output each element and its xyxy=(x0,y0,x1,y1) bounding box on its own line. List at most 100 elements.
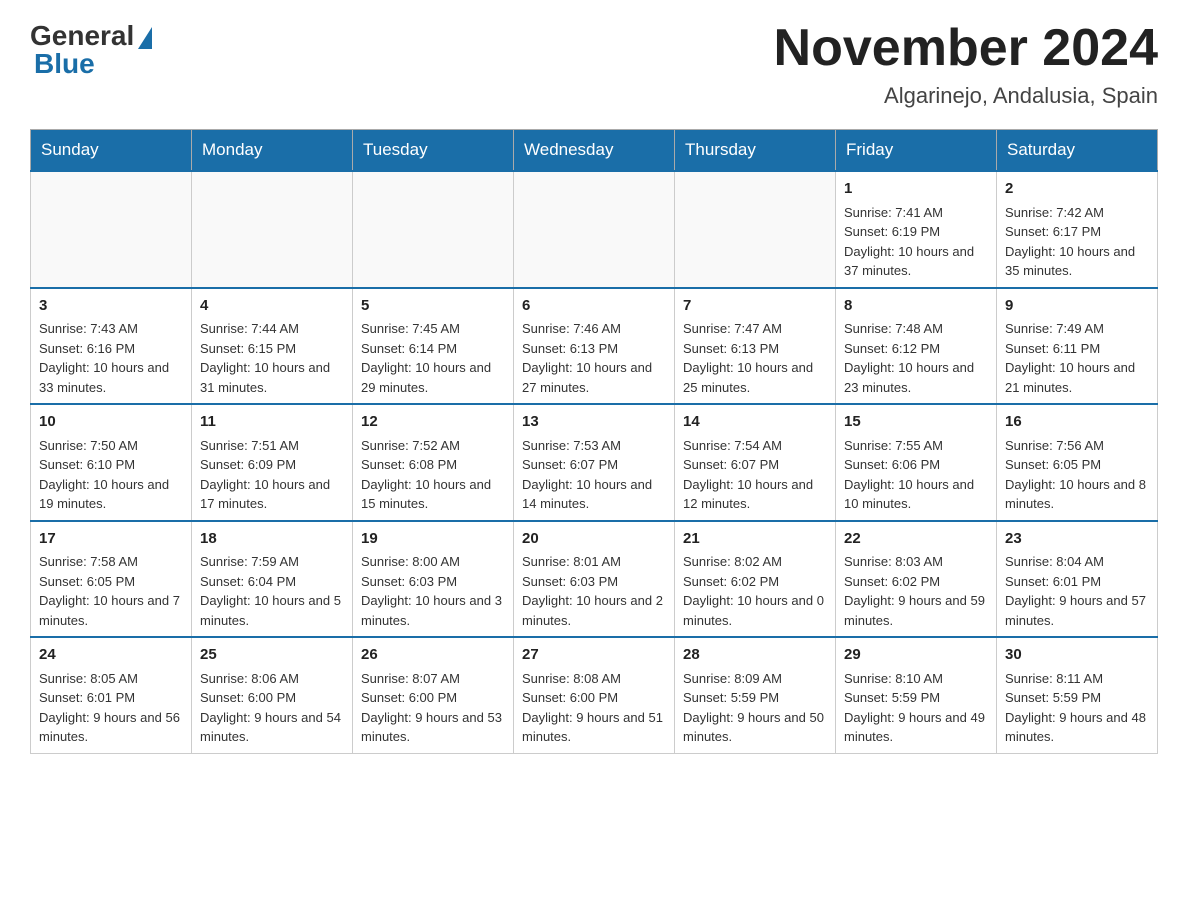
day-number: 12 xyxy=(361,411,505,434)
day-info: Sunset: 6:10 PM xyxy=(39,455,183,475)
day-info: Daylight: 10 hours and 35 minutes. xyxy=(1005,242,1149,281)
day-info: Sunrise: 7:55 AM xyxy=(844,436,988,456)
day-info: Sunset: 5:59 PM xyxy=(1005,688,1149,708)
calendar-cell xyxy=(192,171,353,288)
calendar-cell: 12Sunrise: 7:52 AMSunset: 6:08 PMDayligh… xyxy=(353,404,514,521)
day-info: Daylight: 10 hours and 12 minutes. xyxy=(683,475,827,514)
day-info: Sunset: 6:01 PM xyxy=(1005,572,1149,592)
calendar-table: SundayMondayTuesdayWednesdayThursdayFrid… xyxy=(30,129,1158,754)
day-number: 11 xyxy=(200,411,344,434)
day-number: 9 xyxy=(1005,295,1149,318)
day-info: Sunrise: 7:43 AM xyxy=(39,319,183,339)
day-info: Daylight: 10 hours and 8 minutes. xyxy=(1005,475,1149,514)
day-info: Sunset: 6:16 PM xyxy=(39,339,183,359)
day-number: 25 xyxy=(200,644,344,667)
calendar-cell: 8Sunrise: 7:48 AMSunset: 6:12 PMDaylight… xyxy=(836,288,997,405)
day-info: Sunrise: 7:49 AM xyxy=(1005,319,1149,339)
day-info: Sunset: 6:04 PM xyxy=(200,572,344,592)
calendar-cell: 22Sunrise: 8:03 AMSunset: 6:02 PMDayligh… xyxy=(836,521,997,638)
day-info: Sunrise: 8:05 AM xyxy=(39,669,183,689)
calendar-cell: 2Sunrise: 7:42 AMSunset: 6:17 PMDaylight… xyxy=(997,171,1158,288)
logo-blue-text: Blue xyxy=(30,48,95,80)
day-info: Daylight: 9 hours and 57 minutes. xyxy=(1005,591,1149,630)
calendar-cell: 1Sunrise: 7:41 AMSunset: 6:19 PMDaylight… xyxy=(836,171,997,288)
calendar-cell: 23Sunrise: 8:04 AMSunset: 6:01 PMDayligh… xyxy=(997,521,1158,638)
day-number: 5 xyxy=(361,295,505,318)
day-info: Daylight: 9 hours and 54 minutes. xyxy=(200,708,344,747)
day-number: 22 xyxy=(844,528,988,551)
calendar-cell: 9Sunrise: 7:49 AMSunset: 6:11 PMDaylight… xyxy=(997,288,1158,405)
day-info: Sunrise: 8:06 AM xyxy=(200,669,344,689)
calendar-week-row-2: 10Sunrise: 7:50 AMSunset: 6:10 PM Dayligh… xyxy=(31,404,1158,521)
day-number: 21 xyxy=(683,528,827,551)
day-info: Sunset: 6:12 PM xyxy=(844,339,988,359)
day-info: Daylight: 10 hours and 10 minutes. xyxy=(844,475,988,514)
day-info: Daylight: 9 hours and 49 minutes. xyxy=(844,708,988,747)
day-number: 24 xyxy=(39,644,183,667)
day-info: Sunset: 6:03 PM xyxy=(361,572,505,592)
day-info: Daylight: 9 hours and 50 minutes. xyxy=(683,708,827,747)
calendar-cell: 27Sunrise: 8:08 AMSunset: 6:00 PMDayligh… xyxy=(514,637,675,753)
day-info: Sunset: 5:59 PM xyxy=(683,688,827,708)
day-info: Sunset: 6:02 PM xyxy=(683,572,827,592)
day-info: Daylight: 9 hours and 53 minutes. xyxy=(361,708,505,747)
day-info: Daylight: 10 hours and 2 minutes. xyxy=(522,591,666,630)
day-number: 20 xyxy=(522,528,666,551)
calendar-week-row-4: 24Sunrise: 8:05 AMSunset: 6:01 PMDayligh… xyxy=(31,637,1158,753)
day-info: Sunrise: 7:46 AM xyxy=(522,319,666,339)
logo-triangle-icon xyxy=(138,27,152,49)
day-number: 23 xyxy=(1005,528,1149,551)
day-number: 10 xyxy=(39,411,183,434)
calendar-cell: 21Sunrise: 8:02 AMSunset: 6:02 PMDayligh… xyxy=(675,521,836,638)
day-number: 15 xyxy=(844,411,988,434)
logo: General Blue xyxy=(30,20,152,80)
day-number: 7 xyxy=(683,295,827,318)
day-info: Daylight: 9 hours and 56 minutes. xyxy=(39,708,183,747)
day-info: Daylight: 10 hours and 0 minutes. xyxy=(683,591,827,630)
calendar-cell: 14Sunrise: 7:54 AMSunset: 6:07 PMDayligh… xyxy=(675,404,836,521)
calendar-header-thursday: Thursday xyxy=(675,130,836,172)
day-info: Daylight: 10 hours and 29 minutes. xyxy=(361,358,505,397)
day-info: Sunrise: 7:41 AM xyxy=(844,203,988,223)
day-info: Sunset: 6:03 PM xyxy=(522,572,666,592)
day-info: Sunrise: 8:10 AM xyxy=(844,669,988,689)
calendar-cell xyxy=(353,171,514,288)
day-info: Daylight: 9 hours and 51 minutes. xyxy=(522,708,666,747)
calendar-cell xyxy=(514,171,675,288)
day-number: 28 xyxy=(683,644,827,667)
day-info: Sunset: 6:17 PM xyxy=(1005,222,1149,242)
calendar-cell: 6Sunrise: 7:46 AMSunset: 6:13 PMDaylight… xyxy=(514,288,675,405)
calendar-header-saturday: Saturday xyxy=(997,130,1158,172)
day-number: 16 xyxy=(1005,411,1149,434)
day-info: Sunset: 6:13 PM xyxy=(522,339,666,359)
day-info: Sunset: 6:01 PM xyxy=(39,688,183,708)
day-info: Sunset: 6:07 PM xyxy=(683,455,827,475)
day-info: Sunrise: 7:50 AM xyxy=(39,436,183,456)
day-info: Sunset: 6:00 PM xyxy=(361,688,505,708)
day-info: Sunrise: 7:52 AM xyxy=(361,436,505,456)
day-info: Sunset: 6:05 PM xyxy=(1005,455,1149,475)
day-info: Daylight: 10 hours and 5 minutes. xyxy=(200,591,344,630)
location-title: Algarinejo, Andalusia, Spain xyxy=(774,83,1158,109)
month-title: November 2024 xyxy=(774,20,1158,77)
header: General Blue November 2024 Algarinejo, A… xyxy=(30,20,1158,109)
calendar-cell: 3Sunrise: 7:43 AMSunset: 6:16 PMDaylight… xyxy=(31,288,192,405)
calendar-week-row-3: 17Sunrise: 7:58 AMSunset: 6:05 PMDayligh… xyxy=(31,521,1158,638)
day-number: 29 xyxy=(844,644,988,667)
day-info: Sunrise: 8:01 AM xyxy=(522,552,666,572)
day-info: Daylight: 10 hours and 27 minutes. xyxy=(522,358,666,397)
day-number: 13 xyxy=(522,411,666,434)
calendar-cell: 16Sunrise: 7:56 AMSunset: 6:05 PMDayligh… xyxy=(997,404,1158,521)
calendar-cell: 13Sunrise: 7:53 AMSunset: 6:07 PMDayligh… xyxy=(514,404,675,521)
day-number: 3 xyxy=(39,295,183,318)
day-info: Sunset: 6:00 PM xyxy=(200,688,344,708)
day-info: Daylight: 10 hours and 14 minutes. xyxy=(522,475,666,514)
calendar-cell: 30Sunrise: 8:11 AMSunset: 5:59 PMDayligh… xyxy=(997,637,1158,753)
day-info: Sunrise: 7:56 AM xyxy=(1005,436,1149,456)
day-info: Daylight: 10 hours and 31 minutes. xyxy=(200,358,344,397)
calendar-cell: 26Sunrise: 8:07 AMSunset: 6:00 PMDayligh… xyxy=(353,637,514,753)
calendar-header-tuesday: Tuesday xyxy=(353,130,514,172)
calendar-cell: 28Sunrise: 8:09 AMSunset: 5:59 PMDayligh… xyxy=(675,637,836,753)
day-info: Sunrise: 7:51 AM xyxy=(200,436,344,456)
calendar-cell: 7Sunrise: 7:47 AMSunset: 6:13 PMDaylight… xyxy=(675,288,836,405)
